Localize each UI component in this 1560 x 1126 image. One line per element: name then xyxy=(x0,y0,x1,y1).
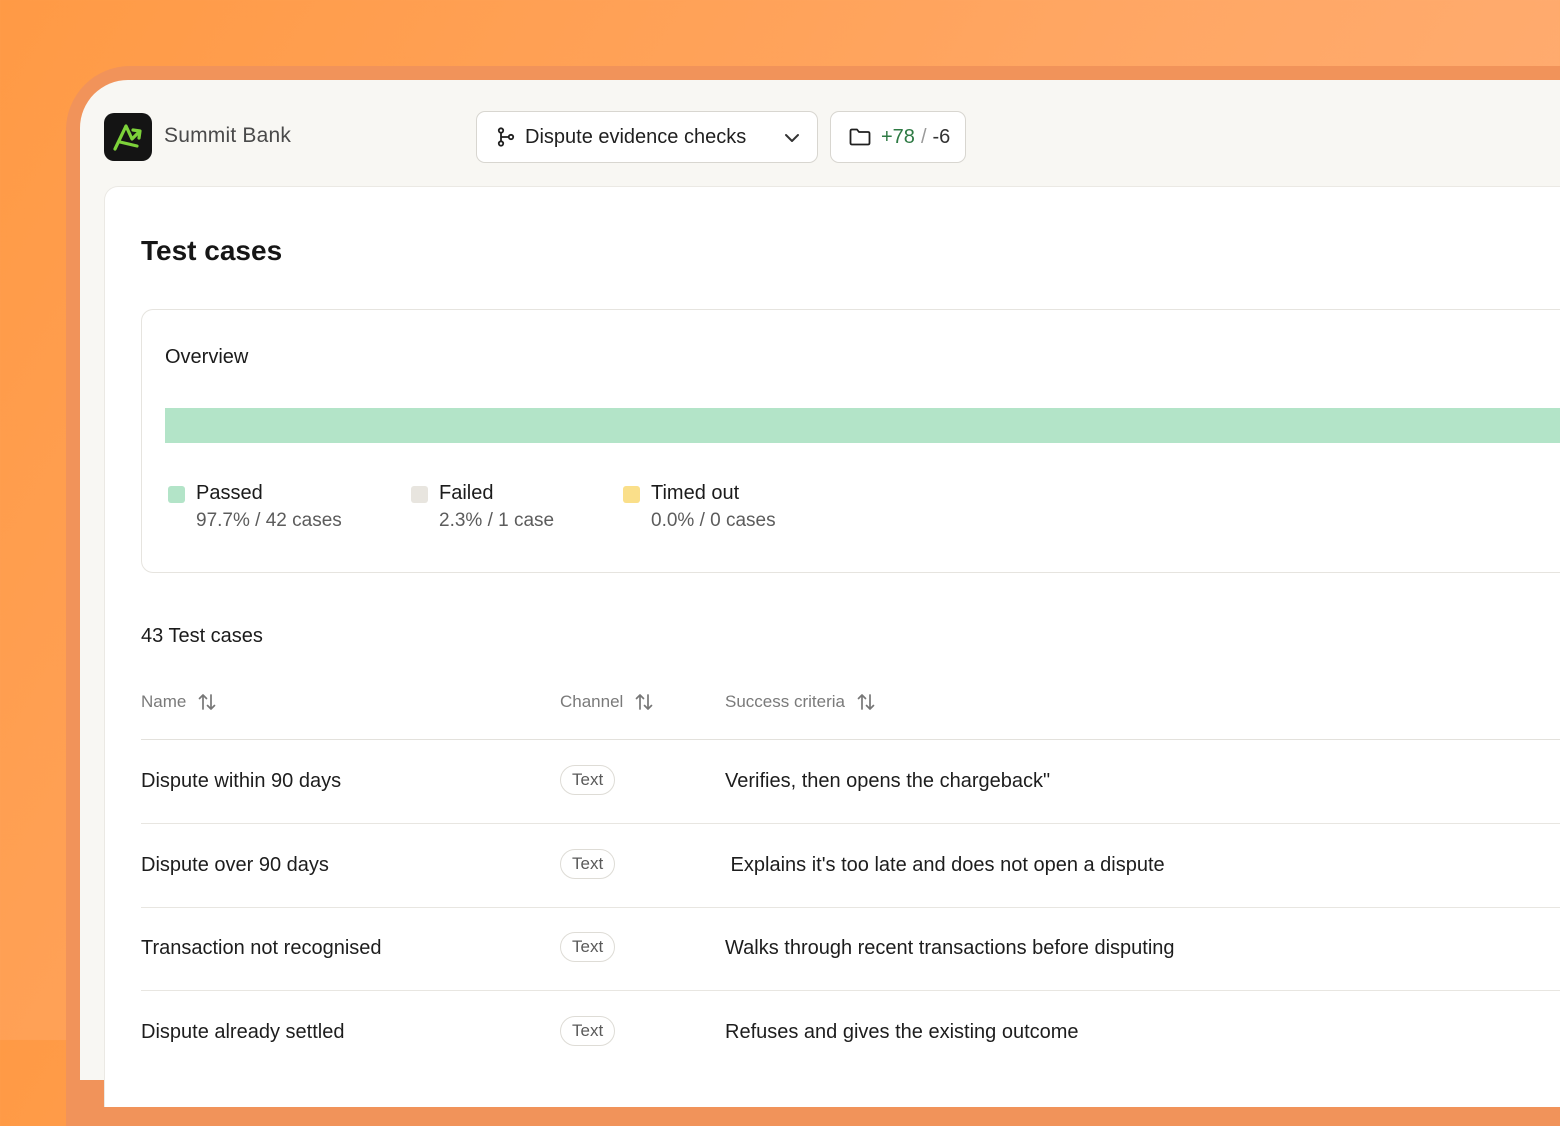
success-criteria: Walks through recent transactions before… xyxy=(725,937,1175,959)
channel-tag: Text xyxy=(560,1016,616,1046)
legend-stat: 2.3% / 1 case xyxy=(439,510,555,531)
folder-icon xyxy=(849,128,871,146)
channel-tag: Text xyxy=(560,765,616,795)
legend-stat: 0.0% / 0 cases xyxy=(651,510,776,531)
column-criteria-header[interactable]: Success criteria xyxy=(725,692,875,712)
table-row[interactable]: Dispute over 90 days Text Explains it's … xyxy=(141,824,1560,908)
summit-bank-logo[interactable] xyxy=(104,113,152,161)
test-case-name: Dispute within 90 days xyxy=(141,770,342,792)
table-row[interactable]: Dispute within 90 days Text Verifies, th… xyxy=(141,740,1560,824)
sort-icon[interactable] xyxy=(635,692,653,712)
passed-swatch xyxy=(168,486,185,503)
column-label: Channel xyxy=(560,692,624,711)
success-criteria: Explains it's too late and does not open… xyxy=(725,854,1165,876)
overview-card: Overview Passed 97.7% / 42 cases Failed … xyxy=(141,309,1560,573)
test-case-count: 43 Test cases xyxy=(141,625,263,647)
main-panel: Test cases Overview Passed 97.7% / 42 ca… xyxy=(104,186,1560,1107)
branch-selector[interactable]: Dispute evidence checks xyxy=(476,111,818,163)
test-case-name: Transaction not recognised xyxy=(141,937,382,959)
channel-tag: Text xyxy=(560,932,616,962)
success-criteria: Verifies, then opens the chargeback" xyxy=(725,770,1051,792)
table-row[interactable]: Dispute already settled Text Refuses and… xyxy=(141,991,1560,1074)
test-case-name: Dispute already settled xyxy=(141,1021,345,1043)
git-branch-icon xyxy=(497,127,515,147)
lines-removed: -6 xyxy=(932,125,951,148)
channel-tag: Text xyxy=(560,849,616,879)
success-criteria: Refuses and gives the existing outcome xyxy=(725,1021,1079,1043)
sort-icon[interactable] xyxy=(198,692,216,712)
table-row[interactable]: Transaction not recognised Text Walks th… xyxy=(141,907,1560,991)
branch-label: Dispute evidence checks xyxy=(525,125,747,148)
lines-added: +78 xyxy=(881,125,915,148)
chevron-down-icon xyxy=(785,134,799,142)
logo-mark-icon xyxy=(113,124,142,151)
failed-swatch xyxy=(411,486,428,503)
timed-out-swatch xyxy=(623,486,640,503)
results-progress-bar xyxy=(165,408,1560,443)
column-label: Name xyxy=(141,692,187,711)
test-case-name: Dispute over 90 days xyxy=(141,854,329,876)
page-title: Test cases xyxy=(141,235,283,266)
top-bar: Summit Bank Dispute evidence checks +78 … xyxy=(80,80,1560,186)
legend-stat: 97.7% / 42 cases xyxy=(196,510,342,531)
sort-icon[interactable] xyxy=(857,692,875,712)
diff-separator: / xyxy=(920,125,927,148)
overview-title: Overview xyxy=(165,346,249,368)
legend-label: Failed xyxy=(439,482,494,504)
brand-name: Summit Bank xyxy=(164,124,292,147)
column-label: Success criteria xyxy=(725,692,845,711)
column-channel-header[interactable]: Channel xyxy=(560,692,653,712)
legend-label: Timed out xyxy=(651,482,740,504)
app-window: Summit Bank Dispute evidence checks +78 … xyxy=(80,80,1560,1107)
table-header: Name Channel Success criteria xyxy=(141,687,1560,740)
legend-label: Passed xyxy=(196,482,263,504)
column-name-header[interactable]: Name xyxy=(141,692,216,712)
changes-button[interactable]: +78 / -6 xyxy=(830,111,966,163)
passed-fill xyxy=(165,408,1560,443)
